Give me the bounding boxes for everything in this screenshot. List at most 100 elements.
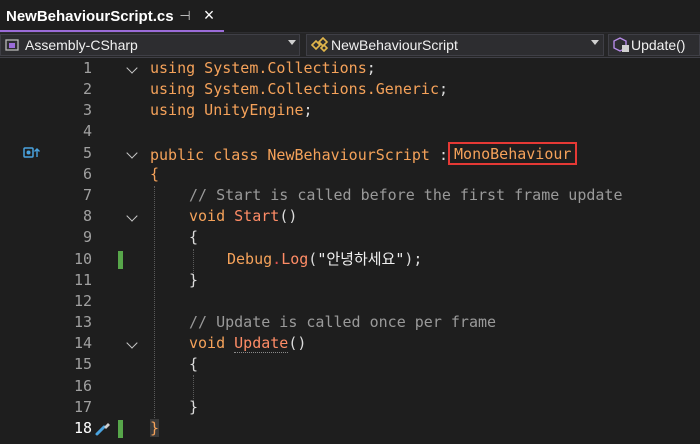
code-line: 14 void Update() [0, 333, 700, 354]
code-line: 10 Debug.Log("안녕하세요"); [0, 249, 700, 270]
code-text: } [189, 397, 198, 418]
fold-toggle-icon[interactable] [126, 62, 138, 74]
keyword: using [150, 59, 196, 77]
code-text: using System.Collections; [150, 58, 376, 79]
code-line: 2 using System.Collections.Generic; [0, 79, 700, 100]
quick-actions-screwdriver-icon[interactable] [94, 419, 112, 437]
code-line: 16 [0, 376, 700, 397]
line-number: 15 [73, 355, 92, 373]
line-number: 4 [82, 122, 92, 140]
brace: } [189, 271, 199, 289]
line-number: 8 [82, 207, 92, 225]
namespace: System.Collections.Generic [195, 80, 439, 98]
line-number: 14 [73, 334, 92, 352]
comment: // Start is called before the first fram… [189, 186, 623, 204]
line-number: 7 [82, 186, 92, 204]
punctuation: ; [303, 101, 313, 119]
brace: { [150, 165, 160, 183]
code-line-current: 18 } [0, 418, 700, 439]
line-number: 5 [82, 144, 92, 162]
punctuation: ; [439, 80, 449, 98]
fold-toggle-icon[interactable] [126, 337, 138, 349]
line-number: 11 [73, 271, 92, 289]
keyword: public class [150, 146, 259, 164]
line-number: 18 [73, 419, 92, 437]
code-text: // Start is called before the first fram… [189, 185, 622, 206]
fold-toggle-icon[interactable] [126, 210, 138, 222]
method-name: Log [281, 250, 309, 268]
line-number: 6 [82, 165, 92, 183]
code-line: 12 [0, 291, 700, 312]
code-line: 3 using UnityEngine; [0, 100, 700, 121]
line-number: 9 [82, 228, 92, 246]
chevron-down-icon [288, 40, 296, 45]
code-text: using UnityEngine; [150, 100, 313, 121]
punctuation: () [288, 334, 307, 352]
code-text: } [189, 270, 198, 291]
keyword: void [189, 207, 226, 225]
brace: { [189, 355, 199, 373]
code-line: 1 using System.Collections; [0, 58, 700, 79]
method-icon [613, 37, 629, 52]
brace: { [189, 228, 199, 246]
code-text: { [189, 227, 198, 248]
project-dropdown[interactable]: Assembly-CSharp [0, 34, 300, 56]
code-line: 4 [0, 121, 700, 142]
tab-newbehaviourscript[interactable]: NewBehaviourScript.cs ⊣ × [0, 2, 224, 32]
highlighted-base-class[interactable]: MonoBehaviour [448, 142, 578, 165]
line-number: 12 [73, 292, 92, 310]
line-number: 10 [73, 250, 92, 268]
visual-studio-editor-window: NewBehaviourScript.cs ⊣ × Assembly-CShar… [0, 0, 700, 444]
punctuation: ( [308, 250, 318, 268]
fold-toggle-icon[interactable] [126, 147, 138, 159]
code-text: { [189, 354, 198, 375]
code-line: 5 public class NewBehaviourScript : MonoB… [0, 142, 700, 166]
code-text: // Update is called once per frame [189, 312, 496, 333]
class-dropdown-label: NewBehaviourScript [331, 37, 458, 53]
keyword: using [150, 80, 196, 98]
change-marker [118, 420, 123, 438]
line-number: 1 [82, 59, 92, 77]
close-icon[interactable]: × [201, 5, 217, 25]
punctuation: ; [366, 59, 376, 77]
code-text: } [150, 418, 160, 439]
class-dropdown[interactable]: NewBehaviourScript [306, 34, 604, 56]
code-lens-references-icon[interactable] [23, 146, 41, 160]
code-line: 7 // Start is called before the first fr… [0, 185, 700, 206]
code-text: { [150, 164, 159, 185]
member-dropdown[interactable]: Update() [608, 34, 700, 56]
line-number: 3 [82, 101, 92, 119]
punctuation: . [272, 250, 282, 268]
code-text: void Start() [189, 206, 297, 227]
method-name[interactable]: Update [234, 334, 289, 353]
project-dropdown-label: Assembly-CSharp [25, 37, 138, 53]
punctuation: () [279, 207, 298, 225]
navigation-bar: Assembly-CSharp NewBehaviourScript Updat… [0, 33, 700, 58]
keyword: using [150, 101, 196, 119]
code-editor[interactable]: 1 using System.Collections; 2 using Syst… [0, 58, 700, 444]
line-number: 13 [73, 313, 92, 331]
line-number: 17 [73, 398, 92, 416]
csharp-project-icon [5, 39, 19, 51]
code-text: void Update() [189, 333, 306, 354]
keyword: void [189, 334, 226, 352]
code-line: 6 { [0, 164, 700, 185]
member-dropdown-label: Update() [631, 37, 686, 53]
code-line: 11 } [0, 270, 700, 291]
change-marker [118, 251, 123, 269]
tab-title: NewBehaviourScript.cs [6, 8, 174, 25]
line-number: 16 [73, 377, 92, 395]
code-line: 8 void Start() [0, 206, 700, 227]
method-name: Start [234, 207, 280, 225]
document-tab-strip: NewBehaviourScript.cs ⊣ × [0, 0, 700, 33]
code-text: public class NewBehaviourScript : MonoBeh… [150, 142, 578, 166]
code-text: Debug.Log("안녕하세요"); [227, 249, 422, 270]
namespace: System.Collections [195, 59, 367, 77]
chevron-down-icon [591, 40, 599, 45]
punctuation: ); [404, 250, 423, 268]
code-line: 17 } [0, 397, 700, 418]
code-text: using System.Collections.Generic; [150, 79, 448, 100]
pin-icon[interactable]: ⊣ [178, 8, 192, 24]
class-name: Debug [227, 250, 273, 268]
string-literal: "안녕하세요" [317, 250, 405, 268]
